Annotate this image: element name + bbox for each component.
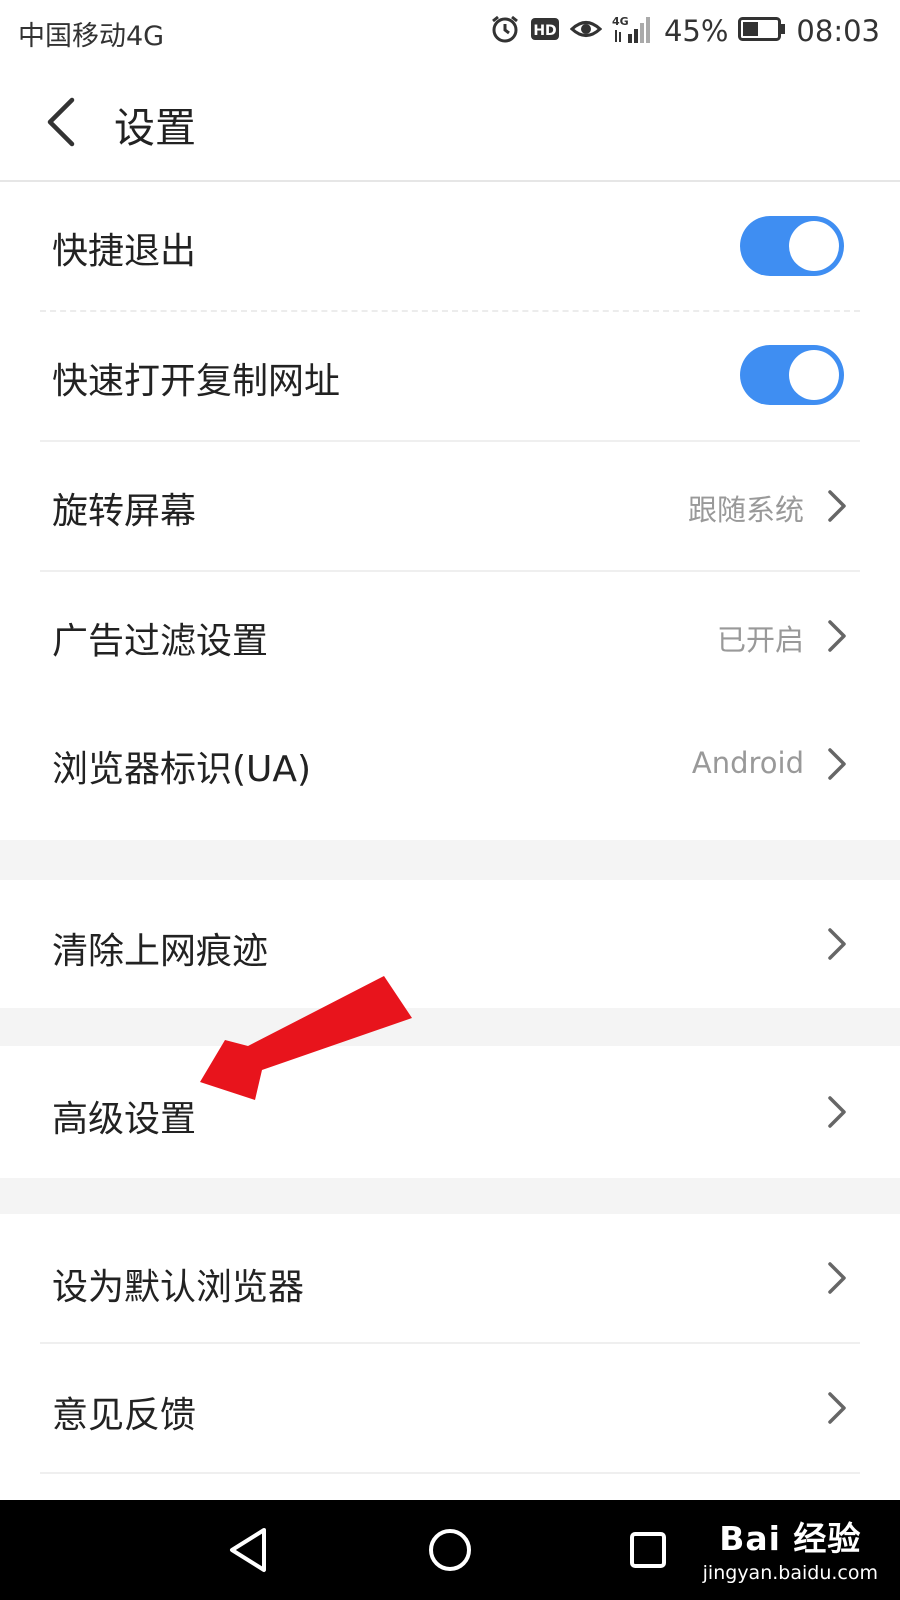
chevron-right-icon bbox=[824, 488, 850, 524]
hd-icon: HD bbox=[530, 16, 560, 46]
section-gap bbox=[0, 1008, 900, 1046]
setting-label-advanced: 高级设置 bbox=[52, 1099, 197, 1140]
home-circle-icon[interactable] bbox=[422, 1522, 478, 1578]
setting-row-rotate-screen[interactable]: 旋转屏幕 跟随系统 bbox=[0, 442, 900, 570]
setting-label-quick-open-url: 快速打开复制网址 bbox=[52, 361, 341, 402]
setting-value-rotate-screen: 跟随系统 bbox=[687, 493, 804, 527]
setting-label-ad-filter: 广告过滤设置 bbox=[52, 621, 269, 662]
status-bar: 中国移动4G HD 4G 45% 08:03 bbox=[0, 0, 900, 62]
chevron-right-icon bbox=[824, 1094, 850, 1130]
toggle-knob bbox=[789, 221, 839, 271]
chevron-right-icon bbox=[824, 926, 850, 962]
setting-row-user-agent[interactable]: 浏览器标识(UA) Android bbox=[0, 702, 900, 840]
toggle-knob bbox=[789, 350, 839, 400]
setting-label-feedback: 意见反馈 bbox=[52, 1395, 197, 1436]
clock: 08:03 bbox=[796, 14, 880, 48]
setting-label-clear-history: 清除上网痕迹 bbox=[52, 931, 269, 972]
back-triangle-icon[interactable] bbox=[222, 1522, 278, 1578]
signal-4g-icon: 4G bbox=[612, 14, 654, 48]
chevron-right-icon bbox=[824, 1390, 850, 1426]
row-divider bbox=[40, 1472, 860, 1474]
eye-icon bbox=[569, 16, 603, 46]
section-gap bbox=[0, 1178, 900, 1214]
chevron-right-icon bbox=[824, 618, 850, 654]
setting-value-user-agent: Android bbox=[691, 746, 804, 780]
watermark-logo: Bai 经验 bbox=[719, 1519, 862, 1558]
setting-row-default-browser[interactable]: 设为默认浏览器 bbox=[0, 1214, 900, 1342]
setting-row-advanced[interactable]: 高级设置 bbox=[0, 1046, 900, 1178]
setting-label-default-browser: 设为默认浏览器 bbox=[52, 1267, 305, 1308]
section-gap bbox=[0, 840, 900, 880]
baidu-jingyan-watermark: Bai 经验 jingyan.baidu.com bbox=[703, 1512, 878, 1584]
setting-label-user-agent: 浏览器标识(UA) bbox=[52, 749, 312, 790]
setting-label-rotate-screen: 旋转屏幕 bbox=[52, 491, 197, 532]
recents-square-icon[interactable] bbox=[620, 1522, 676, 1578]
svg-text:HD: HD bbox=[533, 23, 556, 39]
battery-icon bbox=[738, 16, 786, 46]
chevron-right-icon bbox=[824, 1260, 850, 1296]
chevron-right-icon bbox=[824, 746, 850, 782]
chevron-left-icon[interactable] bbox=[40, 92, 90, 152]
setting-value-ad-filter: 已开启 bbox=[716, 623, 804, 657]
alarm-icon bbox=[490, 14, 520, 48]
setting-row-ad-filter[interactable]: 广告过滤设置 已开启 bbox=[0, 572, 900, 700]
svg-text:4G: 4G bbox=[612, 15, 629, 28]
quick-open-url-toggle[interactable] bbox=[740, 345, 844, 405]
setting-label-quick-exit: 快捷退出 bbox=[52, 231, 197, 272]
battery-percent: 45% bbox=[663, 14, 729, 48]
setting-row-quick-exit: 快捷退出 bbox=[0, 182, 900, 310]
navigation-bar: Bai 经验 jingyan.baidu.com bbox=[0, 1500, 900, 1600]
page-title: 设置 bbox=[114, 104, 196, 152]
setting-row-clear-history[interactable]: 清除上网痕迹 bbox=[0, 880, 900, 1008]
status-icons: HD 4G 45% 08:03 bbox=[490, 12, 880, 50]
setting-row-feedback[interactable]: 意见反馈 bbox=[0, 1344, 900, 1472]
quick-exit-toggle[interactable] bbox=[740, 216, 844, 276]
top-app-bar: 设置 bbox=[0, 62, 900, 182]
watermark-url: jingyan.baidu.com bbox=[702, 1562, 878, 1584]
setting-row-quick-open-url: 快速打开复制网址 bbox=[0, 312, 900, 440]
carrier-name: 中国移动4G bbox=[18, 21, 165, 52]
